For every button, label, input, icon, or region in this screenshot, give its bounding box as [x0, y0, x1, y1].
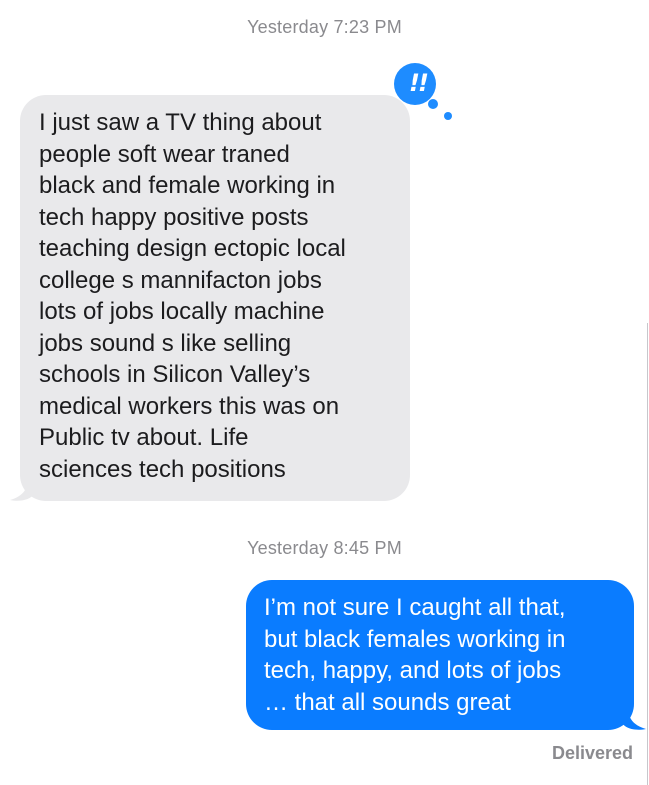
delivery-status: Delivered [551, 743, 633, 763]
incoming-message-bubble[interactable]: I just saw a TV thing about people soft … [20, 95, 410, 501]
scrollbar[interactable] [647, 323, 648, 785]
outgoing-message-bubble[interactable]: I’m not sure I caught all that, but blac… [246, 580, 634, 730]
emphasis-double-exclamation-icon: !! [409, 69, 429, 97]
timestamp: Yesterday 8:45 PM [247, 538, 402, 558]
timestamp: Yesterday 7:23 PM [247, 17, 402, 37]
